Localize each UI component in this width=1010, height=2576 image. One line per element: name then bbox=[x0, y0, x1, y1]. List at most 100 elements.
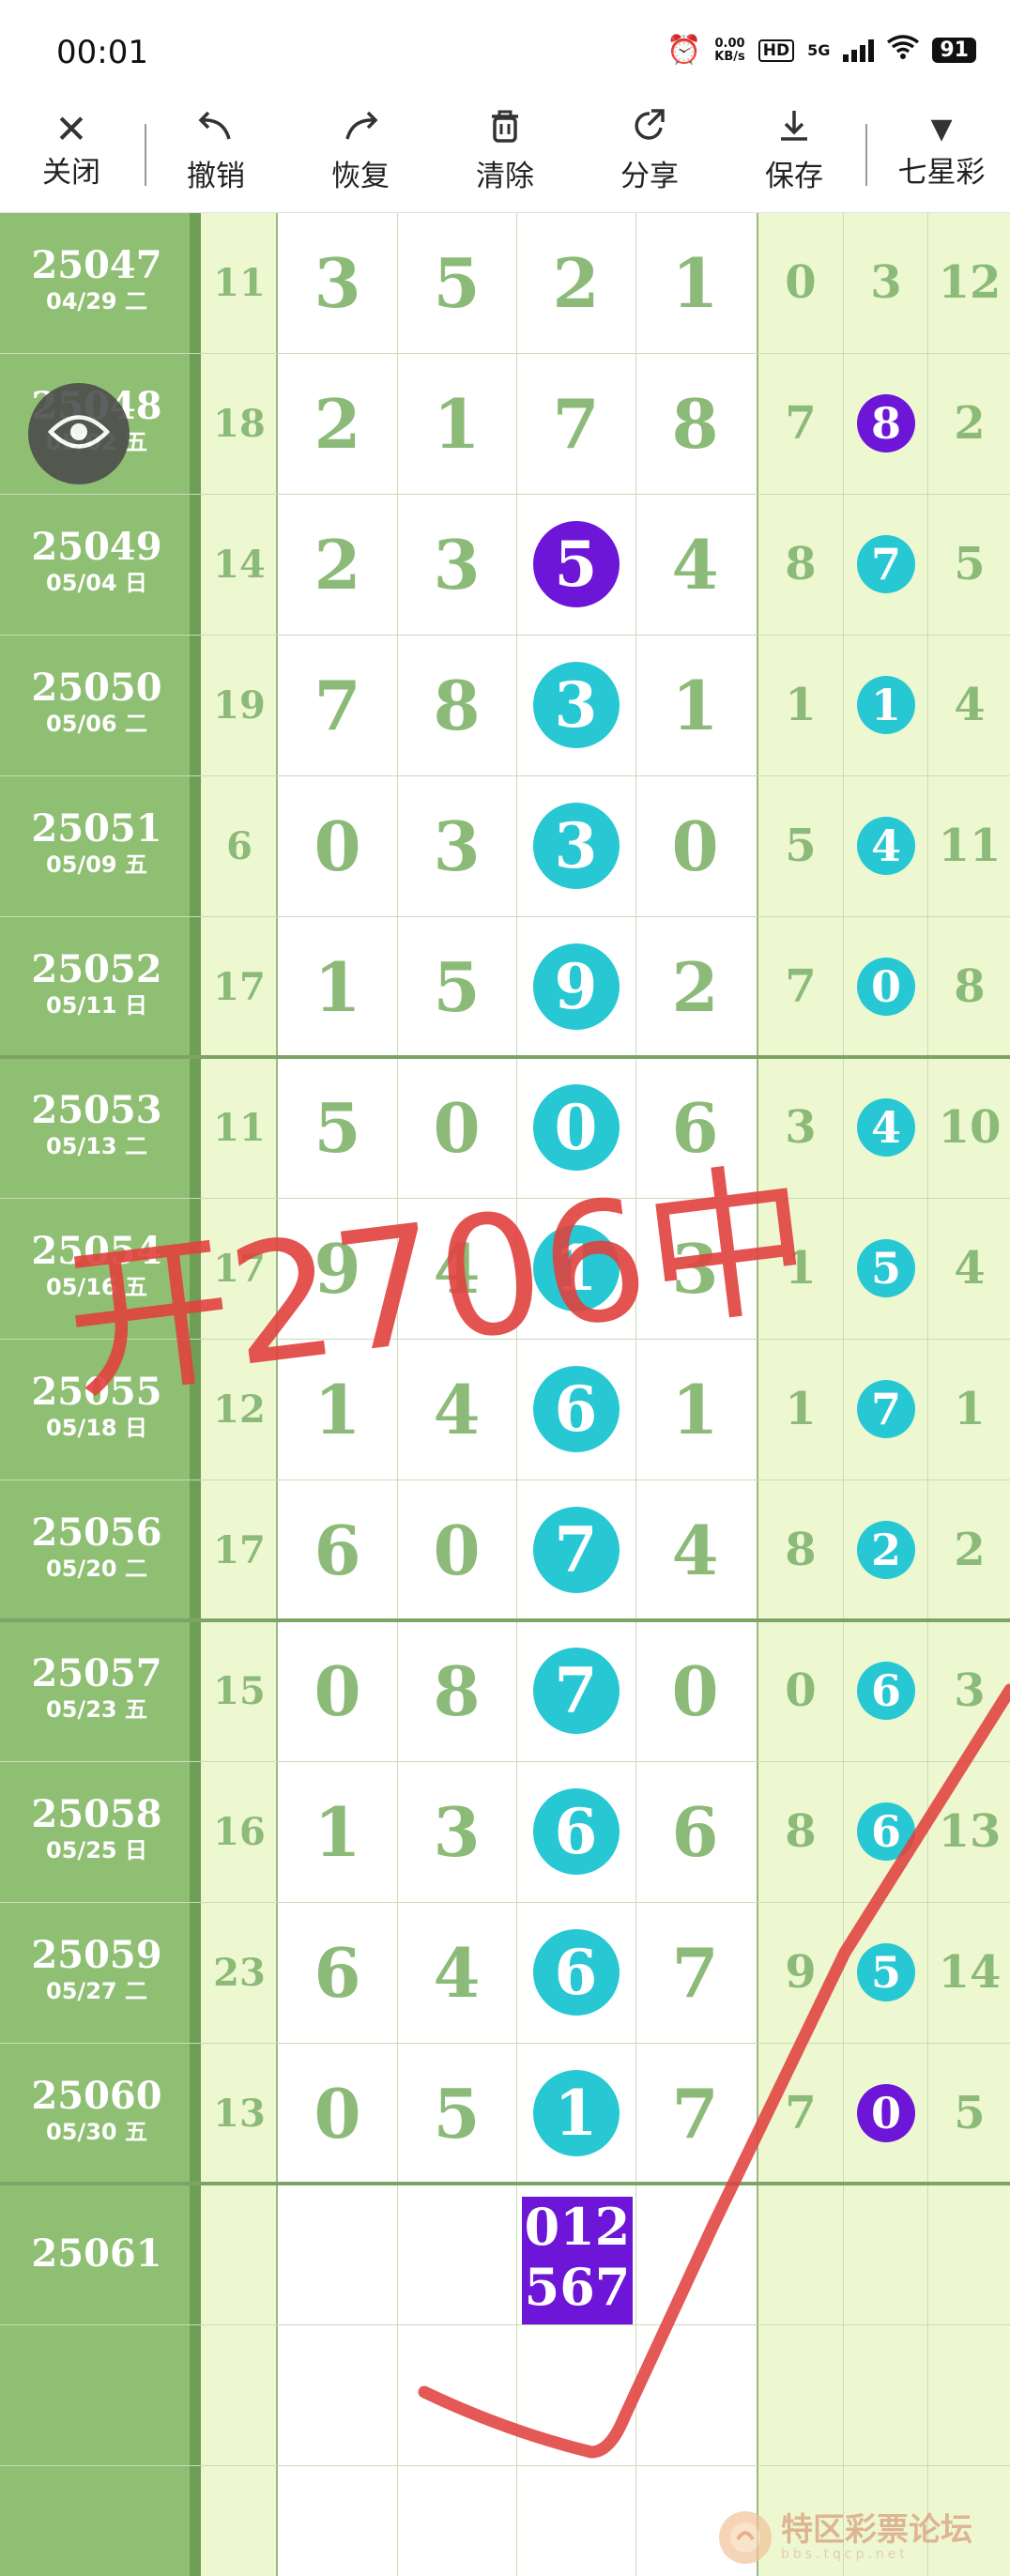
draw-row: 2504805/02 五182178782 bbox=[0, 353, 1010, 494]
digit-cell-4[interactable]: 6 bbox=[635, 1057, 755, 1198]
digit-cell-1[interactable]: 6 bbox=[278, 1480, 397, 1620]
stat-cell-1: 0 bbox=[785, 256, 817, 309]
stat-cell-1: 8 bbox=[785, 1524, 817, 1576]
stat-cell-3: 1 bbox=[954, 1383, 986, 1435]
digit-cell-1[interactable]: 0 bbox=[278, 1620, 397, 1761]
digit-cell-4[interactable]: 0 bbox=[635, 1620, 755, 1761]
period-date: 05/04 日 bbox=[46, 570, 147, 596]
period-number: 25051 bbox=[31, 806, 162, 851]
period-number: 25058 bbox=[31, 1792, 162, 1836]
digit-cell-4[interactable]: 6 bbox=[635, 1761, 755, 1902]
digit-cell-2[interactable]: 4 bbox=[397, 1902, 516, 2043]
sum-cell bbox=[201, 2184, 278, 2324]
digit-cell-3[interactable]: 7 bbox=[516, 1480, 635, 1620]
digit-cell-4[interactable]: 1 bbox=[635, 1339, 755, 1480]
digit-cell-1[interactable]: 9 bbox=[278, 1198, 397, 1339]
period-date: 04/29 二 bbox=[46, 288, 147, 314]
digit-cell-2[interactable]: 3 bbox=[397, 494, 516, 635]
sum-cell: 23 bbox=[213, 1950, 266, 1995]
digit-cell-1[interactable]: 7 bbox=[278, 635, 397, 775]
digit-cell-1[interactable]: 2 bbox=[278, 353, 397, 494]
lottery-select-button[interactable]: ▼ 七星彩 bbox=[882, 103, 1001, 212]
digit-cell-3[interactable]: 6 bbox=[516, 1902, 635, 2043]
digit-cell-3[interactable]: 7 bbox=[516, 353, 635, 494]
digit-cell-1[interactable]: 6 bbox=[278, 1902, 397, 2043]
close-button[interactable]: ✕ 关闭 bbox=[15, 103, 128, 212]
digit-cell-2[interactable]: 3 bbox=[397, 775, 516, 916]
digit-cell-1[interactable] bbox=[278, 2184, 397, 2324]
digit-cell-1[interactable]: 1 bbox=[278, 916, 397, 1057]
stat-cell-2: 1 bbox=[845, 635, 927, 775]
digit-cell-1[interactable]: 0 bbox=[278, 2043, 397, 2184]
draw-row: 25061 bbox=[0, 2184, 1010, 2324]
status-time: 00:01 bbox=[56, 34, 148, 71]
digit-cell-3[interactable]: 0 bbox=[516, 1057, 635, 1198]
digit-cell-3[interactable]: 3 bbox=[516, 635, 635, 775]
period-number: 25059 bbox=[31, 1933, 162, 1977]
digit-cell-3[interactable]: 6 bbox=[516, 1339, 635, 1480]
digit-cell-3[interactable]: 5 bbox=[516, 494, 635, 635]
highlight-ball: 1 bbox=[532, 2070, 620, 2156]
digit-cell-3[interactable]: 6 bbox=[516, 1761, 635, 1902]
digit-cell-2[interactable] bbox=[397, 2184, 516, 2324]
digit-cell-4[interactable] bbox=[635, 2184, 755, 2324]
digit-cell-4[interactable]: 8 bbox=[635, 353, 755, 494]
stat-cell-1: 5 bbox=[785, 820, 817, 872]
stat-cell-1: 7 bbox=[785, 960, 817, 1013]
digit-cell-2[interactable]: 4 bbox=[397, 1198, 516, 1339]
digit-cell-2[interactable]: 1 bbox=[397, 353, 516, 494]
digit-cell-4[interactable]: 0 bbox=[635, 775, 755, 916]
digit-cell-4[interactable]: 2 bbox=[635, 916, 755, 1057]
period-cell: 25057 05/23 五 bbox=[0, 1620, 193, 1761]
digit-cell-3[interactable]: 7 bbox=[516, 1620, 635, 1761]
digit-cell-2[interactable]: 0 bbox=[397, 1480, 516, 1620]
digit-cell-3[interactable]: 1 bbox=[516, 2043, 635, 2184]
digit-cell-2[interactable]: 5 bbox=[397, 916, 516, 1057]
stat-cell-2: 6 bbox=[845, 1761, 927, 1902]
digit-cell-3[interactable]: 3 bbox=[516, 775, 635, 916]
stat-cell-3: 11 bbox=[938, 820, 1002, 872]
stat-cell-3 bbox=[929, 2184, 1010, 2324]
digit-cell-4[interactable]: 7 bbox=[635, 1902, 755, 2043]
draw-row: 25051 05/09 五 6 0 3 3 0 5 4 11 bbox=[0, 775, 1010, 916]
clear-button[interactable]: 清除 bbox=[449, 103, 561, 212]
digit-cell-3[interactable]: 9 bbox=[516, 916, 635, 1057]
highlight-ball: 9 bbox=[532, 943, 620, 1030]
undo-button[interactable]: 撤销 bbox=[160, 103, 272, 212]
stat-ball: 5 bbox=[857, 1239, 915, 1297]
digit-cell-2[interactable]: 5 bbox=[397, 212, 516, 353]
prediction-line1: 012 bbox=[524, 2197, 631, 2257]
digit-cell-1[interactable]: 0 bbox=[278, 775, 397, 916]
stat-ball: 7 bbox=[857, 1380, 915, 1438]
digit-cell-1[interactable]: 1 bbox=[278, 1761, 397, 1902]
digit-cell-2[interactable]: 5 bbox=[397, 2043, 516, 2184]
prediction-box: 012 567 bbox=[522, 2197, 633, 2324]
period-cell: 25047 04/29 二 bbox=[0, 212, 193, 353]
save-button[interactable]: 保存 bbox=[738, 103, 850, 212]
digit-cell-3[interactable]: 2 bbox=[516, 212, 635, 353]
share-button[interactable]: 分享 bbox=[593, 103, 706, 212]
digit-cell-4[interactable]: 4 bbox=[635, 494, 755, 635]
digit-cell-2[interactable]: 0 bbox=[397, 1057, 516, 1198]
digit-cell-4[interactable]: 4 bbox=[635, 1480, 755, 1620]
digit-cell-3[interactable]: 1 bbox=[516, 1198, 635, 1339]
digit-cell-1[interactable]: 2 bbox=[278, 494, 397, 635]
redo-button[interactable]: 恢复 bbox=[304, 103, 417, 212]
digit-cell-2[interactable]: 3 bbox=[397, 1761, 516, 1902]
digit-cell-1[interactable]: 1 bbox=[278, 1339, 397, 1480]
digit-cell-1[interactable]: 3 bbox=[278, 212, 397, 353]
digit-cell-4[interactable]: 1 bbox=[635, 635, 755, 775]
digit-cell-4[interactable]: 1 bbox=[635, 212, 755, 353]
forum-name: 特区彩票论坛 bbox=[781, 2511, 972, 2549]
digit-cell-2[interactable]: 8 bbox=[397, 1620, 516, 1761]
sum-cell: 11 bbox=[213, 260, 266, 305]
digit-cell-2[interactable]: 4 bbox=[397, 1339, 516, 1480]
period-cell: 25054 05/16 五 bbox=[0, 1198, 193, 1339]
digit-cell-4[interactable]: 7 bbox=[635, 2043, 755, 2184]
digit-cell-4[interactable]: 3 bbox=[635, 1198, 755, 1339]
stat-ball: 4 bbox=[857, 1098, 915, 1157]
eye-toggle-button[interactable] bbox=[28, 383, 130, 484]
digit-cell-1[interactable]: 5 bbox=[278, 1057, 397, 1198]
digit-cell-2[interactable]: 8 bbox=[397, 635, 516, 775]
sum-cell: 6 bbox=[226, 823, 252, 868]
